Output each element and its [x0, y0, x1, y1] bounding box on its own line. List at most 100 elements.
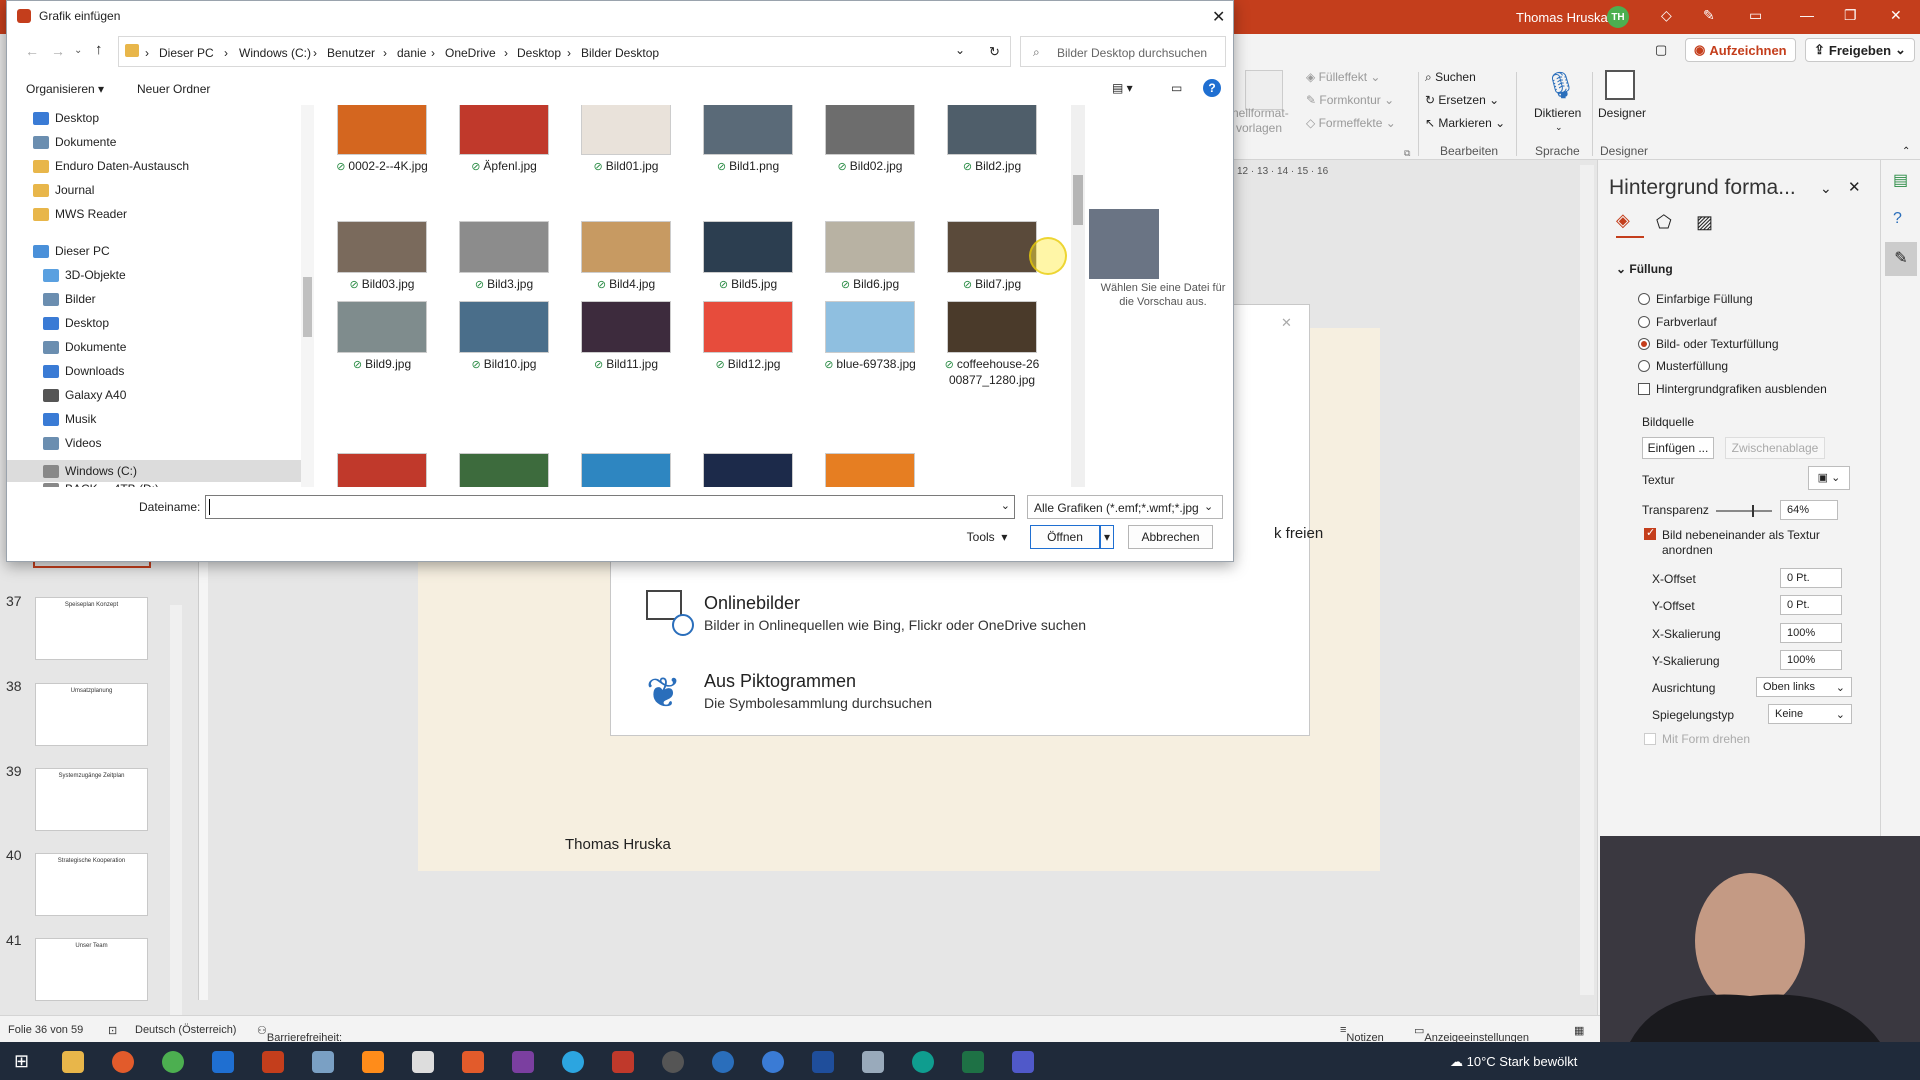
- nav-item[interactable]: Downloads: [43, 364, 124, 378]
- weather-widget[interactable]: ☁ 10°C Stark bewölkt: [1450, 1054, 1577, 1070]
- teams-icon[interactable]: [1012, 1051, 1034, 1073]
- nav-item[interactable]: Galaxy A40: [43, 388, 126, 402]
- collapse-ribbon-icon[interactable]: ⌃: [1902, 146, 1910, 157]
- recent-chevron-icon[interactable]: ⌄: [74, 45, 82, 56]
- up-arrow-icon[interactable]: ↑: [95, 41, 103, 58]
- file-tile[interactable]: [327, 453, 437, 487]
- scrollbar-thumb[interactable]: [303, 277, 312, 337]
- file-tile[interactable]: ⊘ Bild2.jpg: [937, 105, 1047, 175]
- y-offset-field[interactable]: 0 Pt.: [1780, 595, 1842, 615]
- shape-outline-button[interactable]: ✎ Formkontur ⌄: [1306, 93, 1394, 107]
- file-scrollbar[interactable]: [1071, 105, 1085, 487]
- record-button[interactable]: ◉ Aufzeichnen: [1685, 38, 1796, 62]
- nav-item[interactable]: Dieser PC: [33, 244, 110, 258]
- gradient-fill-option[interactable]: Farbverlauf: [1638, 315, 1717, 329]
- breadcrumb-item[interactable]: Windows (C:): [239, 46, 311, 60]
- x-scale-field[interactable]: 100%: [1780, 623, 1842, 643]
- scrollbar-thumb[interactable]: [1073, 175, 1083, 225]
- file-tile[interactable]: [693, 453, 803, 487]
- nav-item[interactable]: Desktop: [33, 111, 99, 125]
- image-icon[interactable]: ▨: [1696, 212, 1713, 233]
- view-options-icon[interactable]: ▤ ▾: [1112, 81, 1133, 95]
- open-split-arrow[interactable]: ▾: [1100, 525, 1114, 549]
- nav-item[interactable]: Enduro Daten-Austausch: [33, 159, 189, 173]
- nav-item[interactable]: BACK----4TB (D:): [43, 482, 159, 487]
- nav-item[interactable]: Videos: [43, 436, 101, 450]
- nav-item[interactable]: Bilder: [43, 292, 96, 306]
- pattern-fill-option[interactable]: Musterfüllung: [1638, 359, 1728, 373]
- chevron-down-icon[interactable]: ⌄: [1204, 500, 1213, 513]
- radio[interactable]: [1638, 316, 1650, 328]
- close-window-icon[interactable]: ✕: [1890, 7, 1902, 24]
- file-tile[interactable]: ⊘ Bild4.jpg: [571, 221, 681, 293]
- app-icon[interactable]: [762, 1051, 784, 1073]
- premium-diamond-icon[interactable]: ◇: [1661, 7, 1672, 24]
- dictate-label[interactable]: Diktieren: [1534, 106, 1581, 120]
- slide-thumbnail[interactable]: Speiseplan Konzept: [35, 597, 148, 660]
- close-icon[interactable]: ✕: [1848, 178, 1861, 196]
- icons-title[interactable]: Aus Piktogrammen: [704, 671, 856, 692]
- app-icon[interactable]: [412, 1051, 434, 1073]
- nav-item[interactable]: Desktop: [43, 316, 109, 330]
- breadcrumb-item[interactable]: OneDrive: [445, 46, 496, 60]
- shape-effects-button[interactable]: ◇ Formeffekte ⌄: [1306, 116, 1396, 130]
- rotate-with-shape-checkbox[interactable]: Mit Form drehen: [1644, 732, 1750, 746]
- file-tile[interactable]: [571, 453, 681, 487]
- chrome-icon[interactable]: [162, 1051, 184, 1073]
- organize-menu[interactable]: Organisieren ▾: [26, 82, 104, 96]
- avatar[interactable]: TH: [1607, 6, 1629, 28]
- onenote-icon[interactable]: [512, 1051, 534, 1073]
- checkbox[interactable]: [1638, 383, 1650, 395]
- filename-input[interactable]: ⌄: [205, 495, 1015, 519]
- app-icon[interactable]: [612, 1051, 634, 1073]
- address-bar[interactable]: › Dieser PC › Windows (C:) › Benutzer › …: [118, 36, 1011, 67]
- alignment-select[interactable]: Oben links ⌄: [1756, 677, 1852, 697]
- file-tile[interactable]: ⊘ Bild9.jpg: [327, 301, 437, 373]
- file-tile[interactable]: ⊘ Bild02.jpg: [815, 105, 925, 175]
- file-tile[interactable]: [815, 453, 925, 487]
- help-icon[interactable]: ?: [1203, 79, 1221, 97]
- file-tile[interactable]: ⊘ Äpfenl.jpg: [449, 105, 559, 175]
- microphone-icon[interactable]: 🎙: [1544, 70, 1577, 101]
- forward-arrow-icon[interactable]: →: [51, 43, 65, 59]
- radio[interactable]: [1638, 293, 1650, 305]
- file-tile[interactable]: ⊘ Bild01.jpg: [571, 105, 681, 175]
- tile-texture-checkbox[interactable]: Bild nebeneinander als Textur anordnen: [1644, 526, 1842, 558]
- fill-bucket-icon[interactable]: ◈: [1616, 210, 1644, 238]
- nav-item[interactable]: Dokumente: [33, 135, 116, 149]
- start-icon[interactable]: ⊞: [14, 1051, 29, 1072]
- app-icon[interactable]: [462, 1051, 484, 1073]
- file-explorer-icon[interactable]: [62, 1051, 84, 1073]
- file-tile[interactable]: ⊘ coffeehouse-2600877_1280.jpg: [937, 301, 1047, 388]
- close-icon[interactable]: ✕: [1212, 7, 1225, 27]
- preview-pane-icon[interactable]: ▭: [1171, 81, 1182, 95]
- spellcheck-icon[interactable]: ⊡: [108, 1024, 117, 1037]
- outlook-icon[interactable]: [212, 1051, 234, 1073]
- breadcrumb-item[interactable]: Dieser PC: [159, 46, 214, 60]
- chevron-down-icon[interactable]: ⌄: [1820, 180, 1832, 197]
- powerpoint-icon[interactable]: [262, 1051, 284, 1073]
- designer-label[interactable]: Designer: [1598, 106, 1646, 120]
- nav-item[interactable]: Journal: [33, 183, 94, 197]
- word-icon[interactable]: [812, 1051, 834, 1073]
- new-folder-button[interactable]: Neuer Ordner: [137, 82, 210, 96]
- format-pane-icon[interactable]: ✎: [1885, 242, 1917, 276]
- online-pictures-title[interactable]: Onlinebilder: [704, 593, 800, 614]
- language-indicator[interactable]: Deutsch (Österreich): [135, 1024, 236, 1036]
- telegram-icon[interactable]: [562, 1051, 584, 1073]
- close-icon[interactable]: ✕: [1281, 315, 1292, 331]
- file-tile[interactable]: ⊘ Bild3.jpg: [449, 221, 559, 293]
- file-tile[interactable]: [449, 453, 559, 487]
- file-tile[interactable]: ⊘ Bild03.jpg: [327, 221, 437, 293]
- file-tile[interactable]: ⊘ Bild10.jpg: [449, 301, 559, 373]
- vlc-icon[interactable]: [362, 1051, 384, 1073]
- slide-thumbnail[interactable]: Umsatzplanung: [35, 683, 148, 746]
- chevron-down-icon[interactable]: ⌄: [1555, 122, 1563, 133]
- nav-item[interactable]: Dokumente: [43, 340, 126, 354]
- breadcrumb-item[interactable]: danie: [397, 46, 426, 60]
- file-tile[interactable]: ⊘ Bild6.jpg: [815, 221, 925, 293]
- share-button[interactable]: ⇪ Freigeben ⌄: [1805, 38, 1915, 62]
- cancel-button[interactable]: Abbrechen: [1128, 525, 1213, 549]
- mirror-type-select[interactable]: Keine ⌄: [1768, 704, 1852, 724]
- select-button[interactable]: ↖ Markieren ⌄: [1425, 116, 1505, 130]
